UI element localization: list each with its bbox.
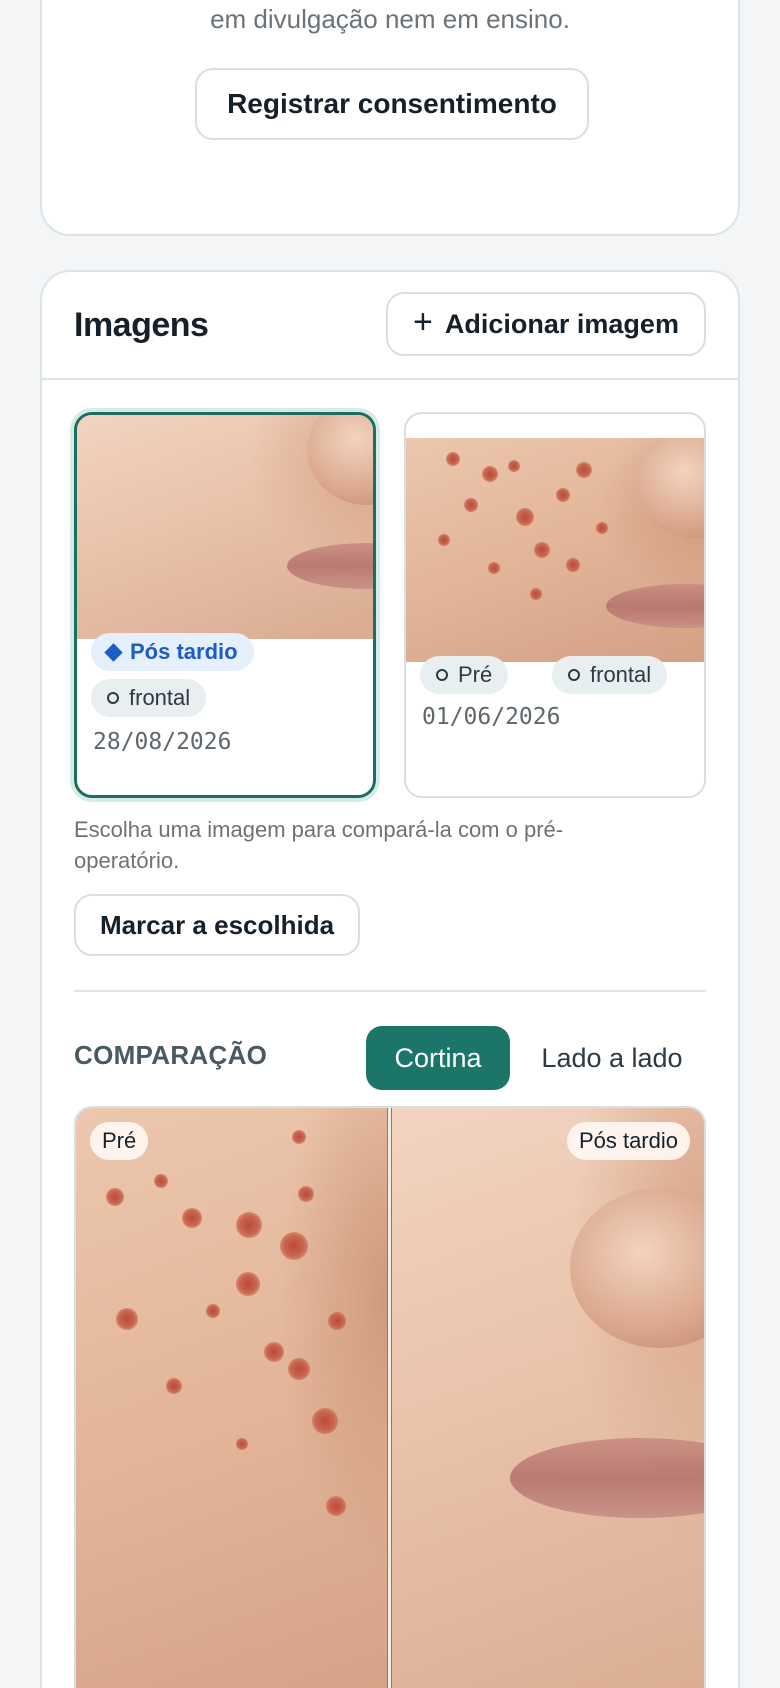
consent-text: em divulgação nem em ensino. [210,4,570,34]
comparison-viewer[interactable]: Pré Pós tardio [74,1106,706,1688]
images-card: Imagens + Adicionar imagem Pós tardio fr… [40,270,740,1688]
image-date: 01/06/2026 [422,704,561,730]
view-label: frontal [590,662,652,687]
phase-chip: Pré [420,656,509,694]
circle-icon [436,669,448,681]
tab-side-by-side[interactable]: Lado a lado [522,1026,702,1090]
pre-label-tag: Pré [90,1122,149,1160]
images-header: Imagens + Adicionar imagem [42,272,738,380]
circle-icon [107,692,119,704]
circle-icon [568,669,580,681]
register-consent-button[interactable]: Registrar consentimento [195,68,589,140]
image-date: 28/08/2026 [93,729,232,755]
view-chip: frontal [91,679,207,717]
consent-card: em divulgação nem em ensino. Registrar c… [40,0,740,236]
comparison-title: COMPARAÇÃO [74,1040,268,1070]
comparison-pre-half [76,1108,390,1688]
tab-curtain[interactable]: Cortina [366,1026,510,1090]
image-card-post-late[interactable]: Pós tardio frontal 28/08/2026 [74,412,376,798]
divider [74,990,706,992]
view-chip: frontal [552,656,668,694]
phase-label: Pré [458,662,493,687]
curtain-handle[interactable] [387,1108,392,1688]
view-label: frontal [129,685,191,710]
add-image-label: Adicionar imagem [444,308,679,339]
images-title: Imagens [74,306,209,344]
face-photo-post [77,415,373,639]
image-card-pre[interactable]: Pré frontal 01/06/2026 [404,412,706,798]
face-photo-pre [406,438,704,662]
comparison-post-half [390,1108,704,1688]
diamond-icon [104,642,123,662]
phase-chip: Pós tardio [91,633,254,671]
phase-label: Pós tardio [130,639,238,664]
selection-hint: Escolha uma imagem para compará-la com o… [74,817,564,873]
plus-icon: + [413,303,433,341]
mark-chosen-button[interactable]: Marcar a escolhida [74,894,360,956]
add-image-button[interactable]: + Adicionar imagem [386,292,706,356]
post-label-tag: Pós tardio [566,1122,690,1160]
